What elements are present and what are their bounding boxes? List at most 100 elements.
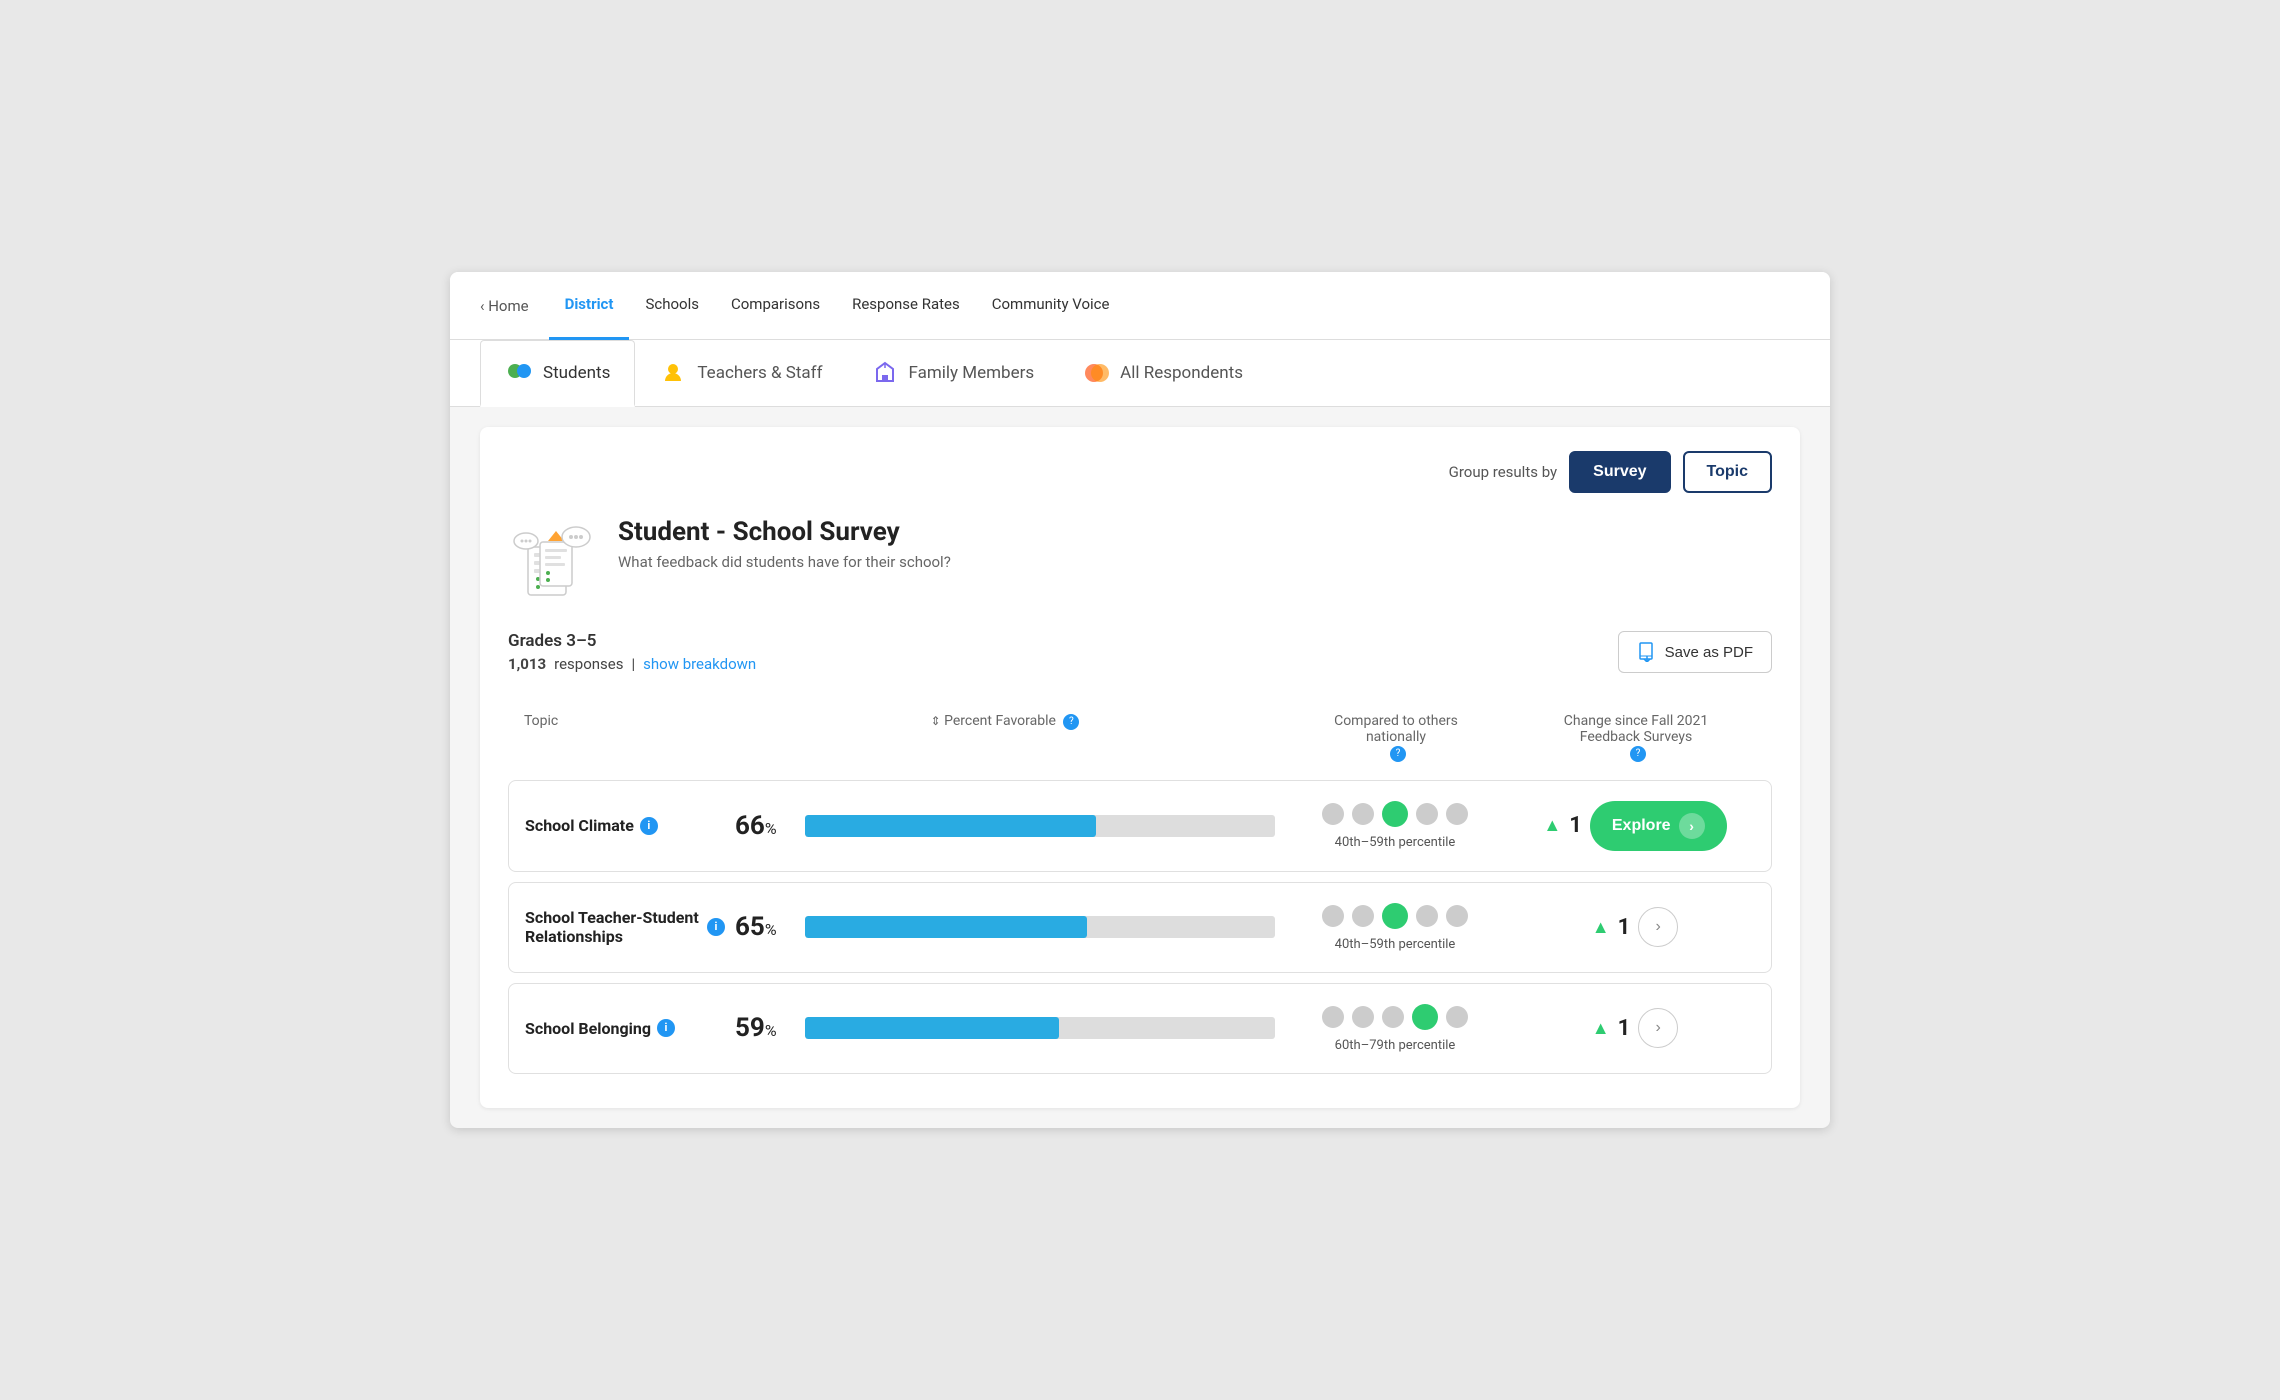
group-by-topic-button[interactable]: Topic — [1683, 451, 1772, 493]
col-header-compared: Compared to others nationally ? — [1286, 713, 1506, 761]
comparison-col-school-climate: 40th–59th percentile — [1285, 801, 1505, 850]
change-value-teacher-student: 1 — [1618, 915, 1631, 940]
table-header: Topic ⇕ Percent Favorable ? Compared to … — [508, 703, 1772, 771]
survey-info: Student - School Survey What feedback di… — [618, 517, 951, 571]
dots-teacher-student — [1322, 903, 1468, 929]
nav-item-comparisons[interactable]: Comparisons — [715, 272, 836, 340]
comparison-col-school-belonging: 60th–79th percentile — [1285, 1004, 1505, 1053]
dots-school-climate — [1322, 801, 1468, 827]
dot-1 — [1322, 1006, 1344, 1028]
dot-1 — [1322, 803, 1344, 825]
top-nav: ‹ Home District Schools Comparisons Resp… — [450, 272, 1830, 340]
info-icon-school-belonging[interactable]: i — [657, 1019, 675, 1037]
bar-teacher-student — [805, 916, 1275, 938]
dot-4-active — [1412, 1004, 1438, 1030]
students-icon — [505, 359, 533, 387]
teachers-icon — [659, 359, 687, 387]
dot-2 — [1352, 905, 1374, 927]
percent-col-school-climate: 66% — [735, 811, 1275, 841]
nav-item-community-voice[interactable]: Community Voice — [976, 272, 1126, 340]
compared-help-icon[interactable]: ? — [1390, 746, 1406, 762]
sort-icon: ⇕ — [931, 714, 941, 728]
grades-row: Grades 3–5 1,013 responses | show breakd… — [508, 631, 1772, 683]
table-row: School Climate i 66% — [508, 780, 1772, 872]
dot-4 — [1416, 905, 1438, 927]
percent-col-school-belonging: 59% — [735, 1013, 1275, 1043]
show-breakdown-link[interactable]: show breakdown — [643, 655, 756, 673]
col-header-topic: Topic — [524, 713, 724, 761]
change-help-icon[interactable]: ? — [1630, 746, 1646, 762]
bar-fill-school-climate — [805, 815, 1096, 837]
topic-name-school-climate: School Climate i — [525, 816, 725, 835]
arrow-up-icon-school-climate: ▲ — [1543, 815, 1561, 836]
circle-nav-button-school-belonging[interactable]: › — [1638, 1008, 1678, 1048]
percent-value-school-belonging: 59% — [735, 1013, 795, 1043]
dot-3-active — [1382, 801, 1408, 827]
save-pdf-label: Save as PDF — [1665, 644, 1753, 661]
bar-school-climate — [805, 815, 1275, 837]
table-row: School Teacher-Student Relationships i 6… — [508, 882, 1772, 973]
dots-school-belonging — [1322, 1004, 1468, 1030]
content-card: Group results by Survey Topic — [480, 427, 1800, 1107]
topic-name-school-belonging: School Belonging i — [525, 1019, 725, 1038]
save-pdf-button[interactable]: Save as PDF — [1618, 631, 1772, 673]
percent-value-teacher-student: 65% — [735, 912, 795, 942]
circle-nav-button-teacher-student[interactable]: › — [1638, 907, 1678, 947]
tab-family-label: Family Members — [909, 363, 1035, 383]
group-results-bar: Group results by Survey Topic — [508, 451, 1772, 493]
tab-family-members[interactable]: Family Members — [847, 340, 1059, 406]
survey-title: Student - School Survey — [618, 517, 951, 547]
nav-item-schools[interactable]: Schools — [629, 272, 715, 340]
nav-item-district[interactable]: District — [549, 272, 630, 340]
arrow-up-icon-school-belonging: ▲ — [1592, 1018, 1610, 1039]
tab-all-label: All Respondents — [1120, 363, 1243, 383]
percentile-label-school-belonging: 60th–79th percentile — [1335, 1038, 1456, 1053]
explore-button-school-climate[interactable]: Explore › — [1590, 801, 1727, 851]
dot-3 — [1382, 1006, 1404, 1028]
change-col-teacher-student: ▲ 1 › — [1515, 907, 1755, 947]
responses-label: responses — [554, 655, 623, 673]
comparison-col-teacher-student: 40th–59th percentile — [1285, 903, 1505, 952]
responses-count: 1,013 — [508, 655, 546, 673]
survey-subtitle: What feedback did students have for thei… — [618, 553, 951, 571]
col-header-percent: ⇕ Percent Favorable ? — [734, 713, 1276, 761]
dot-4 — [1416, 803, 1438, 825]
dot-5 — [1446, 1006, 1468, 1028]
change-value-school-belonging: 1 — [1618, 1016, 1631, 1041]
col-header-change: Change since Fall 2021 Feedback Surveys … — [1516, 713, 1756, 761]
tab-teachers-staff[interactable]: Teachers & Staff — [635, 340, 846, 406]
info-icon-teacher-student[interactable]: i — [707, 918, 725, 936]
all-respondents-icon — [1082, 359, 1110, 387]
dot-5 — [1446, 905, 1468, 927]
tab-students[interactable]: Students — [480, 340, 635, 407]
app-container: ‹ Home District Schools Comparisons Resp… — [450, 272, 1830, 1127]
group-results-label: Group results by — [1449, 463, 1558, 481]
family-icon — [871, 359, 899, 387]
dot-2 — [1352, 803, 1374, 825]
survey-header: Student - School Survey What feedback di… — [508, 517, 1772, 611]
group-by-survey-button[interactable]: Survey — [1569, 451, 1670, 493]
change-value-school-climate: 1 — [1569, 813, 1582, 838]
nav-item-response-rates[interactable]: Response Rates — [836, 272, 976, 340]
responses-line: 1,013 responses | show breakdown — [508, 655, 756, 673]
change-col-school-belonging: ▲ 1 › — [1515, 1008, 1755, 1048]
bar-fill-school-belonging — [805, 1017, 1059, 1039]
grades-info: Grades 3–5 1,013 responses | show breakd… — [508, 631, 756, 673]
grades-label: Grades 3–5 — [508, 631, 756, 651]
dot-1 — [1322, 905, 1344, 927]
respondent-tabs: Students Teachers & Staff Family Members — [450, 340, 1830, 407]
main-content: Group results by Survey Topic — [450, 407, 1830, 1127]
tab-all-respondents[interactable]: All Respondents — [1058, 340, 1267, 406]
info-icon-school-climate[interactable]: i — [640, 817, 658, 835]
dot-3-active — [1382, 903, 1408, 929]
home-label: ‹ Home — [480, 297, 529, 315]
percent-help-icon[interactable]: ? — [1063, 714, 1079, 730]
pipe: | — [631, 655, 635, 673]
change-col-school-climate: ▲ 1 Explore › — [1515, 801, 1755, 851]
explore-arrow-icon: › — [1679, 813, 1705, 839]
arrow-up-icon-teacher-student: ▲ — [1592, 917, 1610, 938]
percent-value-school-climate: 66% — [735, 811, 795, 841]
nav-home[interactable]: ‹ Home — [480, 297, 529, 315]
dot-5 — [1446, 803, 1468, 825]
survey-illustration — [508, 517, 598, 611]
